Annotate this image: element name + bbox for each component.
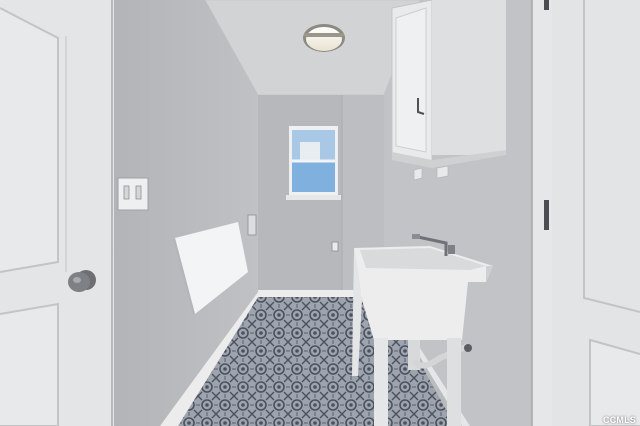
photo-scene: CCMLS [0, 0, 640, 426]
light-switch-icon [117, 177, 149, 211]
dryer-vent [247, 214, 257, 236]
upper-cabinet [391, 0, 506, 181]
left-door [0, 0, 96, 426]
ceiling-light-icon [303, 24, 345, 52]
wall-outlet [331, 241, 339, 252]
room-illustration [0, 0, 640, 426]
watermark: CCMLS [603, 415, 636, 425]
right-door [552, 0, 640, 426]
window [286, 126, 341, 200]
